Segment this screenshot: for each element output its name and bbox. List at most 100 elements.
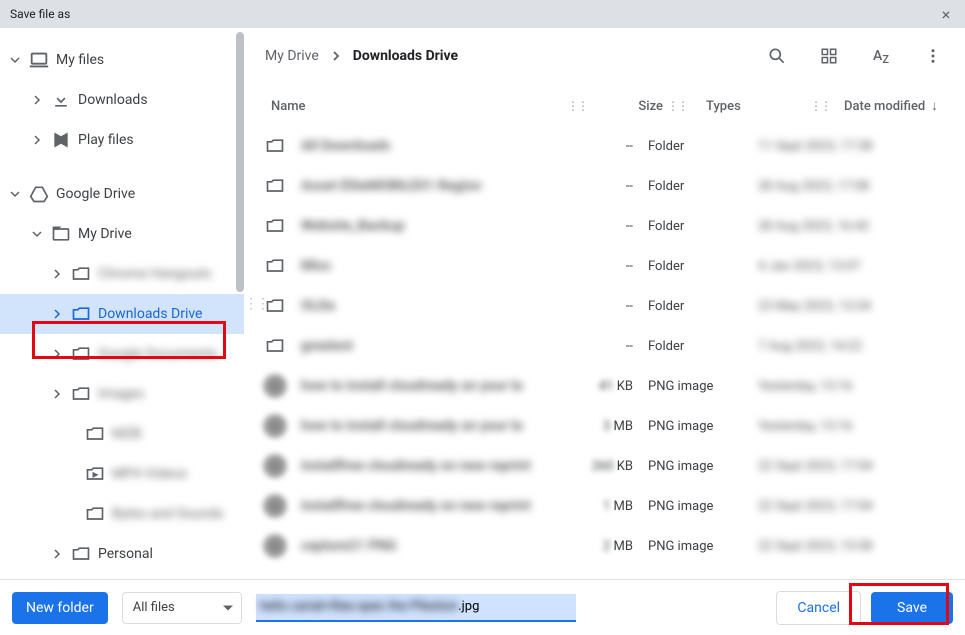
sidebar-item-label: Play files <box>78 132 134 148</box>
file-date: 28 Aug 2023, 17:08 <box>748 179 947 194</box>
file-date: 22 Sept 2023, 17:04 <box>748 499 947 514</box>
folder-icon <box>70 343 92 365</box>
sidebar-item-label: MZB <box>112 426 141 442</box>
filename-input[interactable]: hello cariah-files-spec the Pfestion .jp… <box>256 594 576 622</box>
sidebar-item-downloads[interactable]: Downloads <box>0 80 244 120</box>
sidebar-item-label: Downloads <box>78 92 148 108</box>
column-type[interactable]: Types <box>691 99 806 114</box>
file-row[interactable]: how to install cloudready on your la3 MB… <box>253 406 957 446</box>
chevron-right-icon <box>50 267 64 281</box>
column-size[interactable]: Size <box>591 99 663 114</box>
breadcrumb-root[interactable]: My Drive <box>265 48 319 64</box>
sidebar-item-label: Images <box>98 386 144 402</box>
file-type: Folder <box>633 179 748 194</box>
chevron-down-icon <box>30 227 44 241</box>
breadcrumb-current[interactable]: Downloads Drive <box>353 48 458 64</box>
sidebar-item-label: My Drive <box>78 226 132 242</box>
file-type: Folder <box>633 299 748 314</box>
chevron-right-icon <box>50 347 64 361</box>
file-size: 1 MB <box>561 499 633 514</box>
sidebar-item-folder[interactable]: Chrome Hangouts <box>0 254 244 294</box>
chevron-right-icon <box>50 387 64 401</box>
sidebar-item-folder[interactable]: MZB <box>0 414 244 454</box>
file-date: Yesterday, 13:16 <box>748 379 947 394</box>
chevron-right-icon <box>50 307 64 321</box>
save-button[interactable]: Save <box>871 592 953 624</box>
file-type: Folder <box>633 139 748 154</box>
folder-row[interactable]: Asset EliteMOBILE01 Region--Folder28 Aug… <box>253 166 957 206</box>
sidebar-item-google-drive[interactable]: Google Drive <box>0 174 244 214</box>
sidebar-item-personal[interactable]: Personal <box>0 534 244 574</box>
file-name: Misc <box>301 258 561 274</box>
folder-icon <box>70 543 92 565</box>
file-name: OLDa <box>301 298 561 314</box>
cancel-button[interactable]: Cancel <box>776 591 861 625</box>
folder-icon <box>70 263 92 285</box>
sidebar-item-play-files[interactable]: Play files <box>0 120 244 160</box>
sidebar-scrollbar[interactable] <box>236 32 244 292</box>
file-type: Folder <box>633 259 748 274</box>
file-name: Website_Backup <box>301 218 561 234</box>
file-row[interactable]: installfree cloudready on new reprint260… <box>253 446 957 486</box>
file-date: 23 May 2023, 13:34 <box>748 299 947 314</box>
file-size: -- <box>561 299 633 314</box>
sidebar-item-label: My files <box>56 52 104 68</box>
file-type-filter[interactable]: All files <box>122 592 242 624</box>
file-date: 28 Aug 2023, 16:42 <box>748 219 947 234</box>
search-icon[interactable] <box>765 44 789 68</box>
folder-row[interactable]: All Downloads--Folder11 Sept 2023, 17:38 <box>253 126 957 166</box>
chevron-down-icon <box>8 187 22 201</box>
laptop-icon <box>28 49 50 71</box>
file-name: how to install cloudready on your la <box>301 378 561 394</box>
sidebar-item-label: Personal <box>98 546 153 562</box>
chevron-right-icon <box>50 547 64 561</box>
column-date[interactable]: Date modified ↓ <box>834 98 947 114</box>
folder-icon <box>263 334 287 358</box>
drive-folder-icon <box>50 223 72 245</box>
folder-icon <box>84 423 106 445</box>
folder-row[interactable]: Website_Backup--Folder28 Aug 2023, 16:42 <box>253 206 957 246</box>
file-name: greatest <box>301 338 561 354</box>
image-thumbnail <box>263 494 287 518</box>
pane-drag-handle[interactable]: ⋮⋮ <box>244 296 268 312</box>
file-size: 41 KB <box>561 379 633 394</box>
sidebar-item-folder[interactable]: Google Documents <box>0 334 244 374</box>
more-icon[interactable] <box>921 44 945 68</box>
sidebar-item-downloads-drive[interactable]: Downloads Drive <box>0 294 244 334</box>
column-name[interactable]: Name <box>263 99 563 114</box>
sidebar-item-folder[interactable]: Images <box>0 374 244 414</box>
sidebar-item-label: MP4 Videos <box>112 466 187 482</box>
file-row[interactable]: installfree cloudready on new reprint1 M… <box>253 486 957 526</box>
sort-az-icon[interactable]: AZ <box>869 44 893 68</box>
main-panel: My Drive Downloads Drive AZ Name ⋮⋮ Size… <box>244 28 965 579</box>
sidebar-item-my-files[interactable]: My files <box>0 40 244 80</box>
folder-icon <box>263 214 287 238</box>
file-name: All Downloads <box>301 138 561 154</box>
folder-row[interactable]: Misc--Folder4 Jan 2023, 13:07 <box>253 246 957 286</box>
play-icon <box>50 129 72 151</box>
file-date: Yesterday, 13:16 <box>748 419 947 434</box>
sidebar-item-folder[interactable]: Bytes and Sounds <box>0 494 244 534</box>
file-date: 7 Aug 2023, 14:22 <box>748 339 947 354</box>
close-icon[interactable]: × <box>937 5 955 24</box>
column-resize-handle[interactable]: ⋮⋮ <box>663 99 691 113</box>
file-size: -- <box>561 139 633 154</box>
file-row[interactable]: how to install cloudready on your la41 K… <box>253 366 957 406</box>
sidebar-item-folder[interactable]: MP4 Videos <box>0 454 244 494</box>
column-resize-handle[interactable]: ⋮⋮ <box>563 99 591 113</box>
grid-view-icon[interactable] <box>817 44 841 68</box>
new-folder-button[interactable]: New folder <box>12 592 108 624</box>
breadcrumb: My Drive Downloads Drive <box>265 48 458 64</box>
file-name: capture21 PNG <box>301 538 561 554</box>
sidebar-item-label: Bytes and Sounds <box>112 506 224 522</box>
folder-row[interactable]: greatest--Folder7 Aug 2023, 14:22 <box>253 326 957 366</box>
sidebar-item-my-drive[interactable]: My Drive <box>0 214 244 254</box>
column-resize-handle[interactable]: ⋮⋮ <box>806 99 834 113</box>
folder-row[interactable]: OLDa--Folder23 May 2023, 13:34 <box>253 286 957 326</box>
chevron-down-icon <box>8 53 22 67</box>
file-type: PNG image <box>633 419 748 434</box>
file-type: PNG image <box>633 459 748 474</box>
toolbar: AZ <box>765 44 945 68</box>
file-row[interactable]: capture21 PNG2 MBPNG image22 Sept 2023, … <box>253 526 957 566</box>
file-name: installfree cloudready on new reprint <box>301 498 561 514</box>
